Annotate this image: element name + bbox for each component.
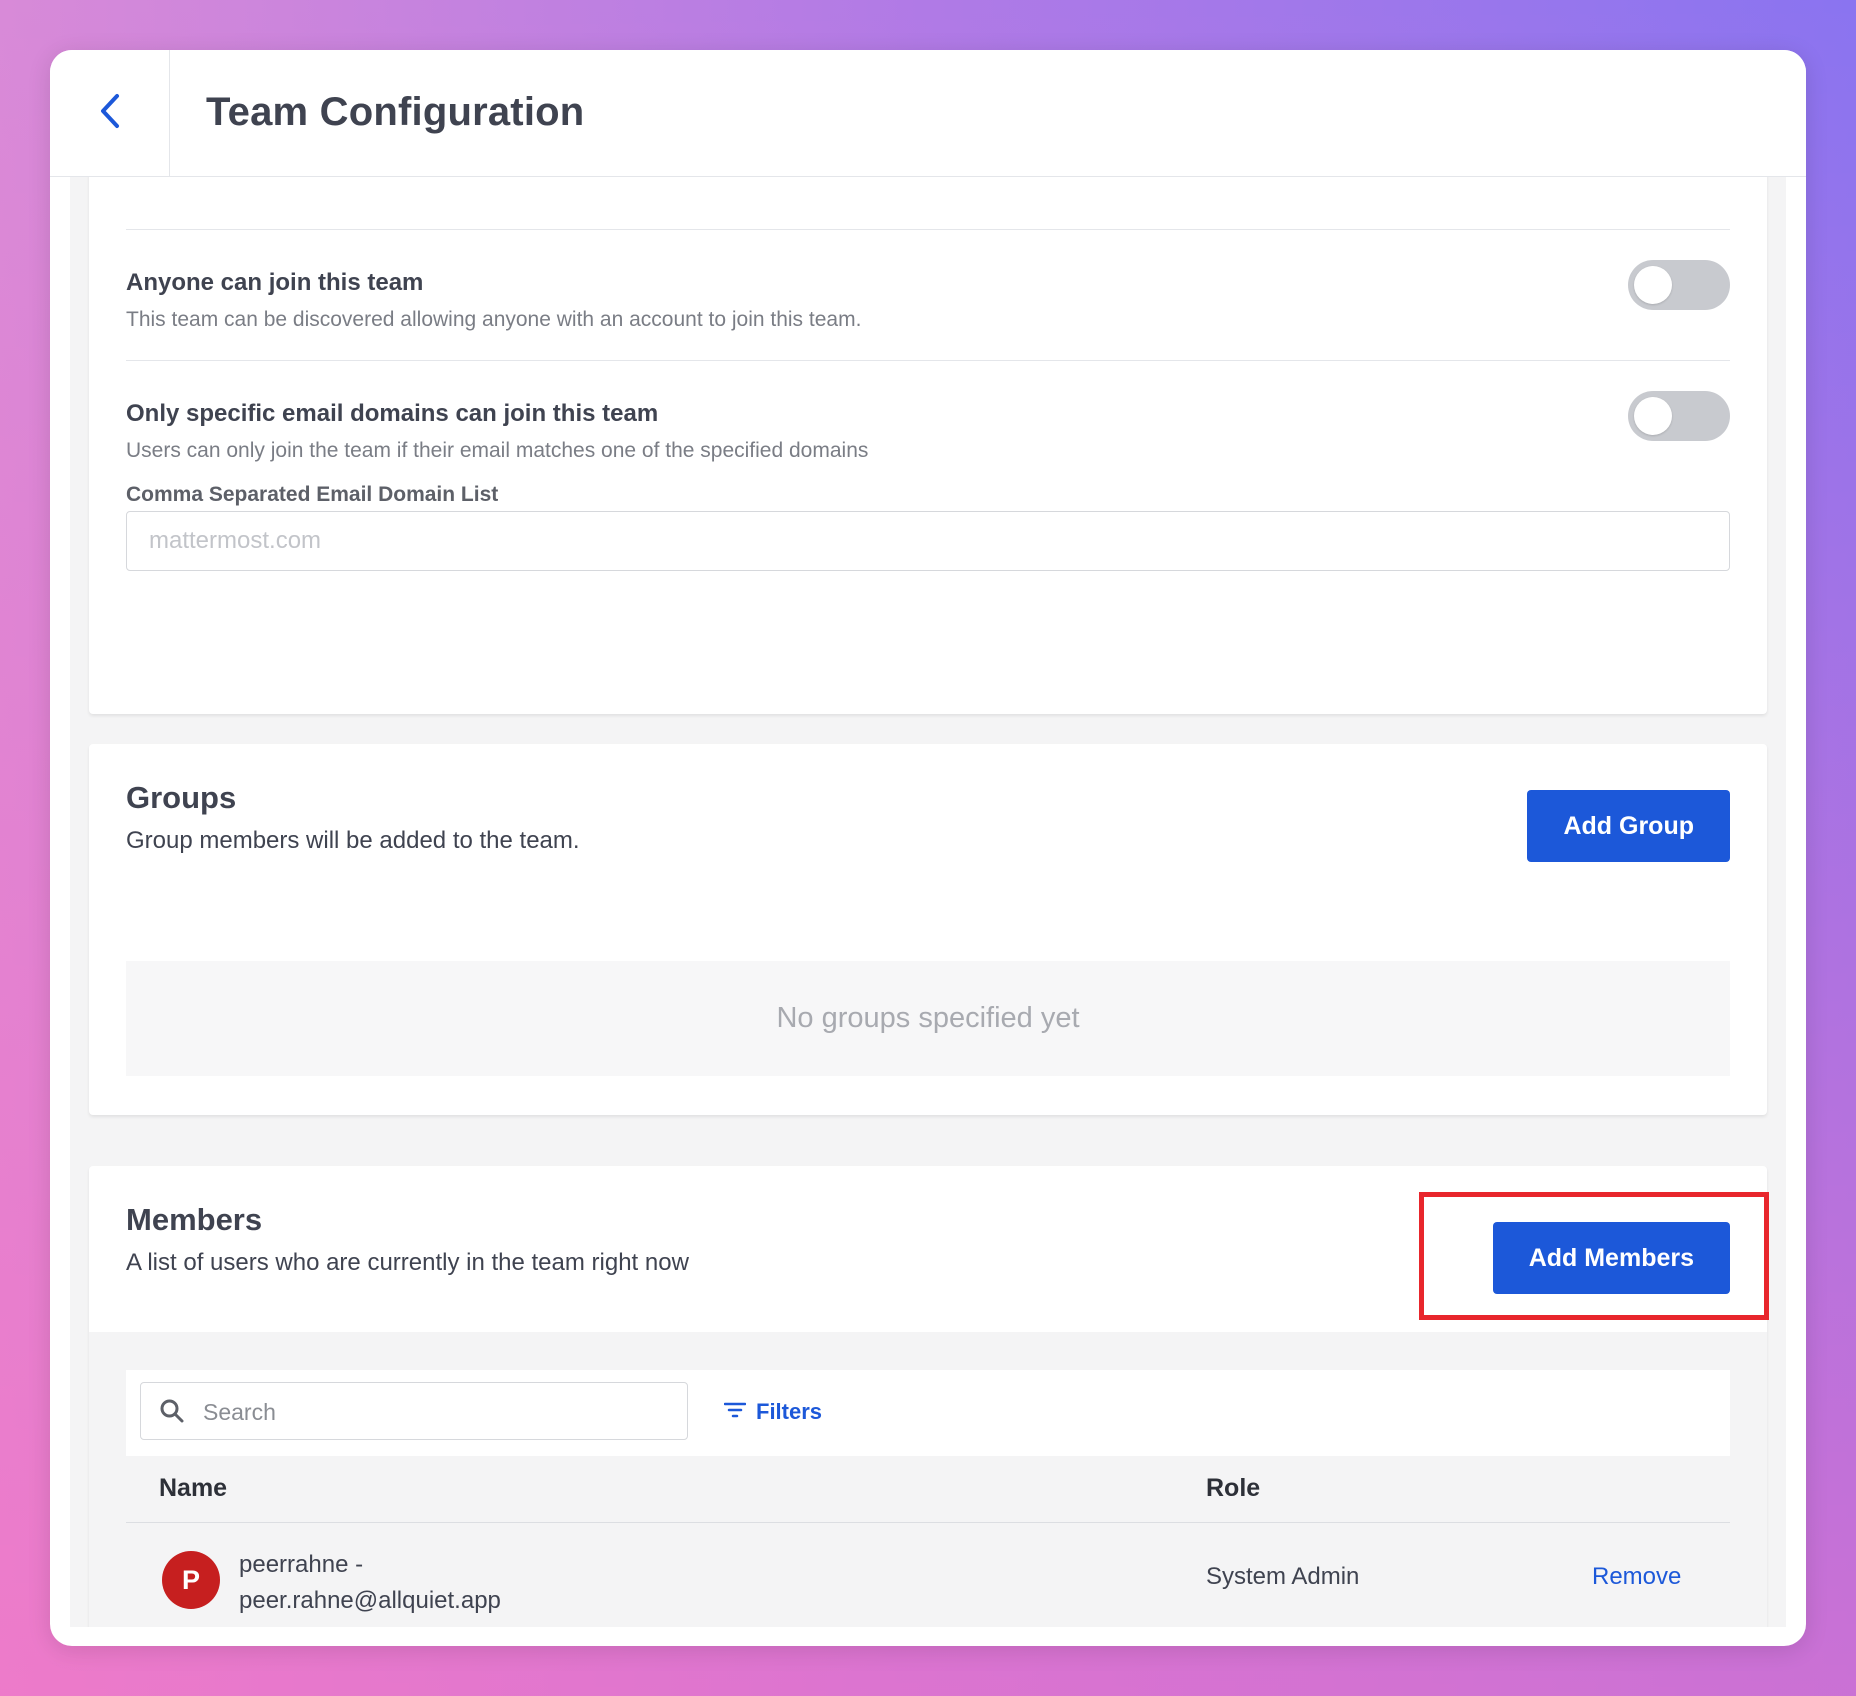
highlight-annotation bbox=[1419, 1192, 1769, 1320]
remove-member-link[interactable]: Remove bbox=[1592, 1563, 1681, 1591]
groups-empty-text: No groups specified yet bbox=[776, 1002, 1080, 1034]
members-title: Members bbox=[126, 1202, 263, 1237]
toggle-knob bbox=[1634, 397, 1672, 435]
access-settings-card: Anyone can join this team This team can … bbox=[89, 177, 1767, 714]
table-header: Name Role bbox=[126, 1456, 1730, 1523]
members-toolbar: Filters bbox=[126, 1370, 1730, 1456]
groups-empty-state: No groups specified yet bbox=[126, 961, 1730, 1076]
avatar: P bbox=[162, 1551, 220, 1609]
divider bbox=[126, 360, 1730, 361]
main-content[interactable]: Anyone can join this team This team can … bbox=[70, 177, 1786, 1627]
chevron-left-icon bbox=[99, 93, 121, 134]
members-card: Members A list of users who are currentl… bbox=[89, 1166, 1769, 1627]
member-username: peerrahne - bbox=[239, 1551, 364, 1578]
email-domain-list-input[interactable] bbox=[126, 511, 1730, 571]
search-icon bbox=[159, 1398, 185, 1429]
column-header-role: Role bbox=[1206, 1474, 1261, 1502]
search-box[interactable] bbox=[140, 1382, 688, 1441]
email-domain-list-label: Comma Separated Email Domain List bbox=[126, 483, 499, 506]
column-header-name: Name bbox=[159, 1474, 228, 1502]
add-group-button[interactable]: Add Group bbox=[1527, 790, 1730, 862]
divider bbox=[126, 229, 1730, 230]
page-header: Team Configuration bbox=[50, 50, 1806, 177]
toggle-knob bbox=[1634, 266, 1672, 304]
anyone-join-title: Anyone can join this team bbox=[126, 269, 424, 296]
members-table-area: Filters Name Role P peerrahne - peer.rah… bbox=[89, 1332, 1767, 1627]
search-input[interactable] bbox=[201, 1383, 679, 1441]
filters-button[interactable]: Filters bbox=[723, 1392, 823, 1432]
email-domains-description: Users can only join the team if their em… bbox=[126, 439, 869, 462]
team-configuration-window: Team Configuration Anyone can join this … bbox=[50, 50, 1806, 1646]
groups-description: Group members will be added to the team. bbox=[126, 827, 580, 854]
email-domains-toggle[interactable] bbox=[1628, 391, 1730, 441]
table-row: P peerrahne - peer.rahne@allquiet.app Sy… bbox=[126, 1523, 1730, 1627]
member-name: peerrahne - peer.rahne@allquiet.app bbox=[239, 1547, 501, 1619]
groups-card: Groups Group members will be added to th… bbox=[89, 744, 1767, 1115]
email-domains-title: Only specific email domains can join thi… bbox=[126, 400, 659, 427]
anyone-join-description: This team can be discovered allowing any… bbox=[126, 308, 862, 331]
anyone-join-toggle[interactable] bbox=[1628, 260, 1730, 310]
members-description: A list of users who are currently in the… bbox=[126, 1249, 689, 1276]
page-title: Team Configuration bbox=[206, 90, 585, 134]
filters-label: Filters bbox=[756, 1399, 823, 1424]
groups-title: Groups bbox=[126, 780, 237, 815]
member-email: peer.rahne@allquiet.app bbox=[239, 1587, 501, 1614]
back-button[interactable] bbox=[50, 50, 170, 176]
filter-icon bbox=[723, 1399, 747, 1425]
member-role: System Admin bbox=[1206, 1563, 1360, 1590]
